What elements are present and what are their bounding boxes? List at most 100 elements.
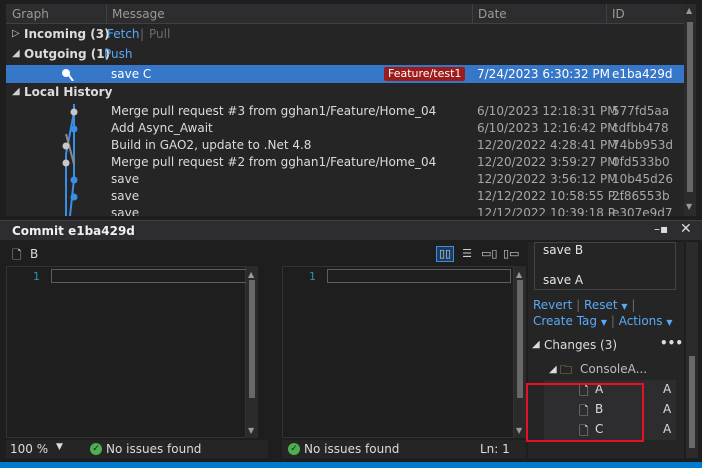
- commit-id: 74bb953d: [612, 138, 674, 152]
- commit-id: e1ba429d: [612, 67, 673, 81]
- commit-message: save: [111, 172, 140, 186]
- line-number: 1: [33, 270, 40, 283]
- chevron-down-icon[interactable]: ▼: [601, 318, 607, 327]
- diff-left-pane[interactable]: 1: [6, 266, 247, 438]
- diff-file-name: B: [30, 247, 39, 261]
- id-column-header[interactable]: ID: [612, 7, 625, 21]
- commit-date: 12/12/2022 10:58:55 P...: [477, 189, 625, 203]
- table-row[interactable]: Merge pull request #2 from gghan1/Featur…: [6, 154, 684, 171]
- collapse-arrow-icon[interactable]: ◢: [549, 364, 557, 375]
- graph-node-icon: [62, 69, 74, 81]
- outgoing-section[interactable]: ◢ Outgoing (1) Push: [6, 45, 684, 64]
- more-options-icon[interactable]: •••: [660, 336, 683, 350]
- push-link[interactable]: Push: [104, 47, 133, 61]
- local-history-section[interactable]: ◢ Local History: [6, 83, 684, 102]
- scroll-up-icon[interactable]: ▲: [686, 6, 692, 15]
- commit-message-item[interactable]: save B: [543, 243, 583, 257]
- actions-link[interactable]: Actions: [619, 314, 663, 328]
- expand-arrow-icon[interactable]: ▷: [12, 28, 20, 39]
- revert-link[interactable]: Revert: [533, 298, 572, 312]
- commit-message: Add Async_Await: [111, 121, 213, 135]
- right-pane-scrollbar[interactable]: ▲ ▼: [514, 266, 526, 438]
- create-tag-link[interactable]: Create Tag: [533, 314, 597, 328]
- scrollbar-thumb[interactable]: [517, 280, 523, 398]
- check-circle-icon: ✓: [288, 443, 300, 455]
- right-file-icon[interactable]: ▯▭: [502, 246, 520, 262]
- pull-link[interactable]: Pull: [149, 27, 170, 41]
- commit-message: save C: [111, 67, 152, 81]
- date-column-header[interactable]: Date: [478, 7, 507, 21]
- table-row[interactable]: save 12/12/2022 10:39:18 P... e307e9d7: [6, 205, 684, 216]
- left-status-bar: 100 % ▼ ✓ No issues found: [6, 440, 268, 458]
- commit-date: 12/12/2022 10:39:18 P...: [477, 206, 625, 216]
- issues-status: No issues found: [106, 442, 202, 456]
- table-row[interactable]: save 12/12/2022 10:58:55 P... 2f86553b: [6, 188, 684, 205]
- commit-message-item[interactable]: save A: [543, 273, 583, 287]
- commit-title: Commit e1ba429d: [12, 224, 135, 238]
- commit-actions: Revert | Reset ▼ | Create Tag ▼ | Action…: [533, 298, 683, 330]
- commit-id: e307e9d7: [612, 206, 673, 216]
- scroll-up-icon[interactable]: ▲: [248, 270, 254, 279]
- changes-label: Changes (3): [544, 338, 618, 352]
- left-file-icon[interactable]: ▭▯: [480, 246, 498, 262]
- reset-link[interactable]: Reset: [584, 298, 618, 312]
- history-header: Graph Message Date ID: [6, 4, 684, 24]
- change-status: A: [663, 422, 672, 436]
- fetch-link[interactable]: Fetch: [107, 27, 140, 41]
- outgoing-commit-row[interactable]: save C Feature/test1 7/24/2023 6:30:32 P…: [6, 65, 684, 83]
- details-scrollbar-thumb[interactable]: [689, 356, 695, 448]
- line-indicator: Ln: 1: [480, 442, 510, 456]
- commit-date: 6/10/2023 12:16:42 PM: [477, 121, 618, 135]
- commit-message-list: save B save A: [534, 242, 676, 290]
- table-row[interactable]: Build in GAO2, update to .Net 4.8 12/20/…: [6, 137, 684, 154]
- check-circle-icon: ✓: [90, 443, 102, 455]
- commit-id: 10b45d26: [612, 172, 674, 186]
- highlight-box: [526, 383, 644, 442]
- inline-view-icon[interactable]: ☰: [458, 246, 476, 262]
- change-status: A: [663, 402, 672, 416]
- commit-message: Merge pull request #3 from gghan1/Featur…: [111, 104, 437, 118]
- commit-message: save: [111, 189, 140, 203]
- editor-line[interactable]: [327, 269, 511, 283]
- outgoing-label: Outgoing (1): [24, 47, 111, 61]
- window-buttons: –▪ ✕: [654, 221, 692, 237]
- line-number: 1: [309, 270, 316, 283]
- chevron-down-icon[interactable]: ▼: [56, 442, 63, 452]
- message-column-header[interactable]: Message: [112, 7, 165, 21]
- zoom-select[interactable]: 100 %: [10, 442, 48, 456]
- table-row[interactable]: Merge pull request #3 from gghan1/Featur…: [6, 103, 684, 120]
- collapse-arrow-icon[interactable]: ◢: [12, 48, 20, 59]
- collapse-arrow-icon[interactable]: ◢: [532, 339, 540, 350]
- collapse-arrow-icon[interactable]: ◢: [12, 86, 20, 97]
- commit-id: 2f86553b: [612, 189, 670, 203]
- local-history-label: Local History: [24, 85, 113, 99]
- history-scrollbar-thumb[interactable]: [687, 22, 693, 192]
- scroll-down-icon[interactable]: ▼: [516, 426, 522, 435]
- chevron-down-icon[interactable]: ▼: [621, 302, 627, 311]
- changes-header[interactable]: ◢ Changes (3) •••: [532, 336, 683, 356]
- link-separator: |: [140, 27, 145, 41]
- left-pane-scrollbar[interactable]: ▲ ▼: [246, 266, 258, 438]
- incoming-section[interactable]: ▷ Incoming (3) Fetch | Pull: [6, 25, 684, 44]
- issues-status: No issues found: [304, 442, 400, 456]
- close-icon[interactable]: ✕: [680, 221, 692, 237]
- side-by-side-icon[interactable]: ▯▯: [436, 246, 454, 262]
- table-row[interactable]: save 12/20/2022 3:56:12 PM 10b45d26: [6, 171, 684, 188]
- scroll-up-icon[interactable]: ▲: [516, 270, 522, 279]
- diff-toolbar: 🗋 B ▯▯ ☰ ▭▯ ▯▭: [6, 242, 526, 266]
- commit-id: 0fd533b0: [612, 155, 670, 169]
- file-icon: 🗋: [12, 248, 22, 262]
- scroll-down-icon[interactable]: ▼: [686, 202, 692, 211]
- folder-name[interactable]: ConsoleA...: [580, 362, 647, 376]
- commit-panel-header: Commit e1ba429d –▪ ✕: [0, 220, 702, 240]
- diff-right-pane[interactable]: 1: [282, 266, 514, 438]
- chevron-down-icon[interactable]: ▼: [666, 318, 672, 327]
- pin-icon[interactable]: –▪: [654, 222, 668, 236]
- editor-line[interactable]: [51, 269, 247, 283]
- graph-column-header[interactable]: Graph: [12, 7, 49, 21]
- scroll-down-icon[interactable]: ▼: [248, 426, 254, 435]
- scrollbar-thumb[interactable]: [249, 280, 255, 398]
- commit-id: cdfbb478: [612, 121, 669, 135]
- table-row[interactable]: Add Async_Await 6/10/2023 12:16:42 PM cd…: [6, 120, 684, 137]
- history-panel: Graph Message Date ID ▷ Incoming (3) Fet…: [6, 4, 684, 216]
